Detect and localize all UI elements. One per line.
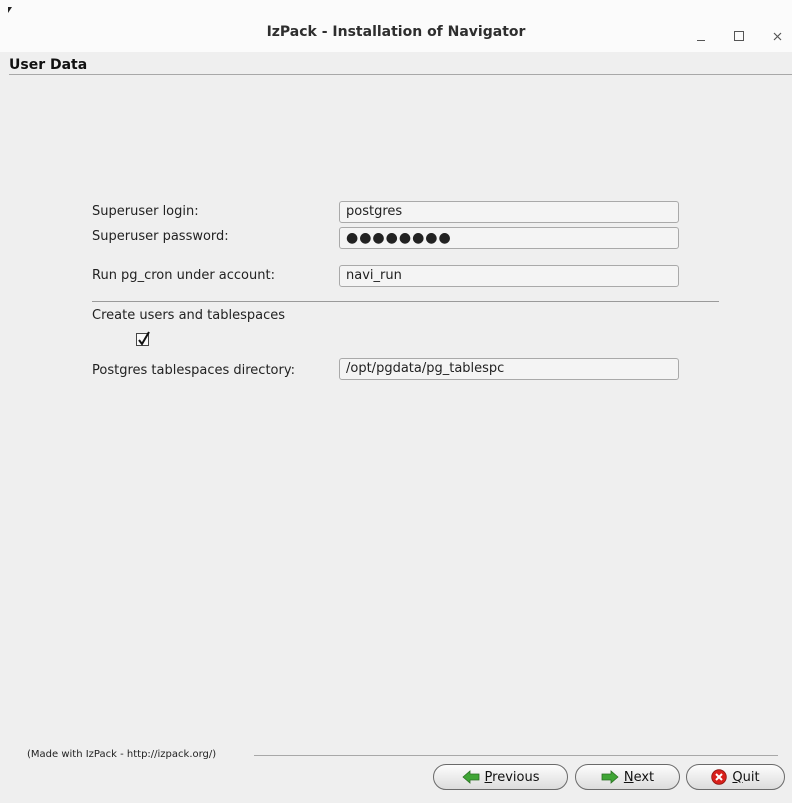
create-users-checkbox[interactable] bbox=[136, 331, 150, 346]
quit-label: Quit bbox=[732, 769, 760, 785]
previous-label: Previous bbox=[484, 769, 540, 785]
next-label: Next bbox=[623, 769, 655, 785]
superuser-login-label: Superuser login: bbox=[92, 204, 199, 219]
window-title: IzPack - Installation of Navigator bbox=[266, 24, 526, 40]
footer-divider bbox=[254, 755, 778, 756]
next-button[interactable]: Next bbox=[575, 764, 680, 790]
close-button[interactable] bbox=[766, 25, 788, 47]
minimize-icon bbox=[697, 39, 705, 41]
maximize-icon bbox=[734, 31, 744, 41]
maximize-button[interactable] bbox=[728, 25, 750, 47]
quit-button[interactable]: Quit bbox=[686, 764, 785, 790]
pg-cron-account-input[interactable]: navi_run bbox=[339, 265, 679, 287]
create-users-label: Create users and tablespaces bbox=[92, 308, 286, 323]
superuser-password-input[interactable]: ●●●●●●●● bbox=[339, 227, 679, 249]
superuser-login-input[interactable]: postgres bbox=[339, 201, 679, 223]
panel-title-divider bbox=[9, 74, 792, 75]
panel-title: User Data bbox=[9, 57, 88, 73]
made-with-izpack-text: (Made with IzPack - http://izpack.org/) bbox=[27, 749, 217, 760]
tablespaces-dir-input[interactable]: /opt/pgdata/pg_tablespc bbox=[339, 358, 679, 380]
green-left-arrow-icon bbox=[461, 770, 480, 784]
checkmark-icon bbox=[138, 331, 150, 346]
close-icon bbox=[773, 32, 781, 40]
installer-panel: User Data Superuser login: postgres Supe… bbox=[0, 52, 792, 803]
pg-cron-account-label: Run pg_cron under account: bbox=[92, 268, 275, 283]
section-divider bbox=[92, 301, 719, 302]
title-bar: IzPack - Installation of Navigator bbox=[0, 0, 792, 52]
green-right-arrow-icon bbox=[601, 770, 619, 784]
superuser-password-label: Superuser password: bbox=[92, 229, 229, 244]
minimize-button[interactable] bbox=[690, 25, 712, 47]
red-x-circle-icon bbox=[711, 769, 728, 785]
tablespaces-dir-label: Postgres tablespaces directory: bbox=[92, 363, 295, 378]
previous-button[interactable]: Previous bbox=[433, 764, 568, 790]
